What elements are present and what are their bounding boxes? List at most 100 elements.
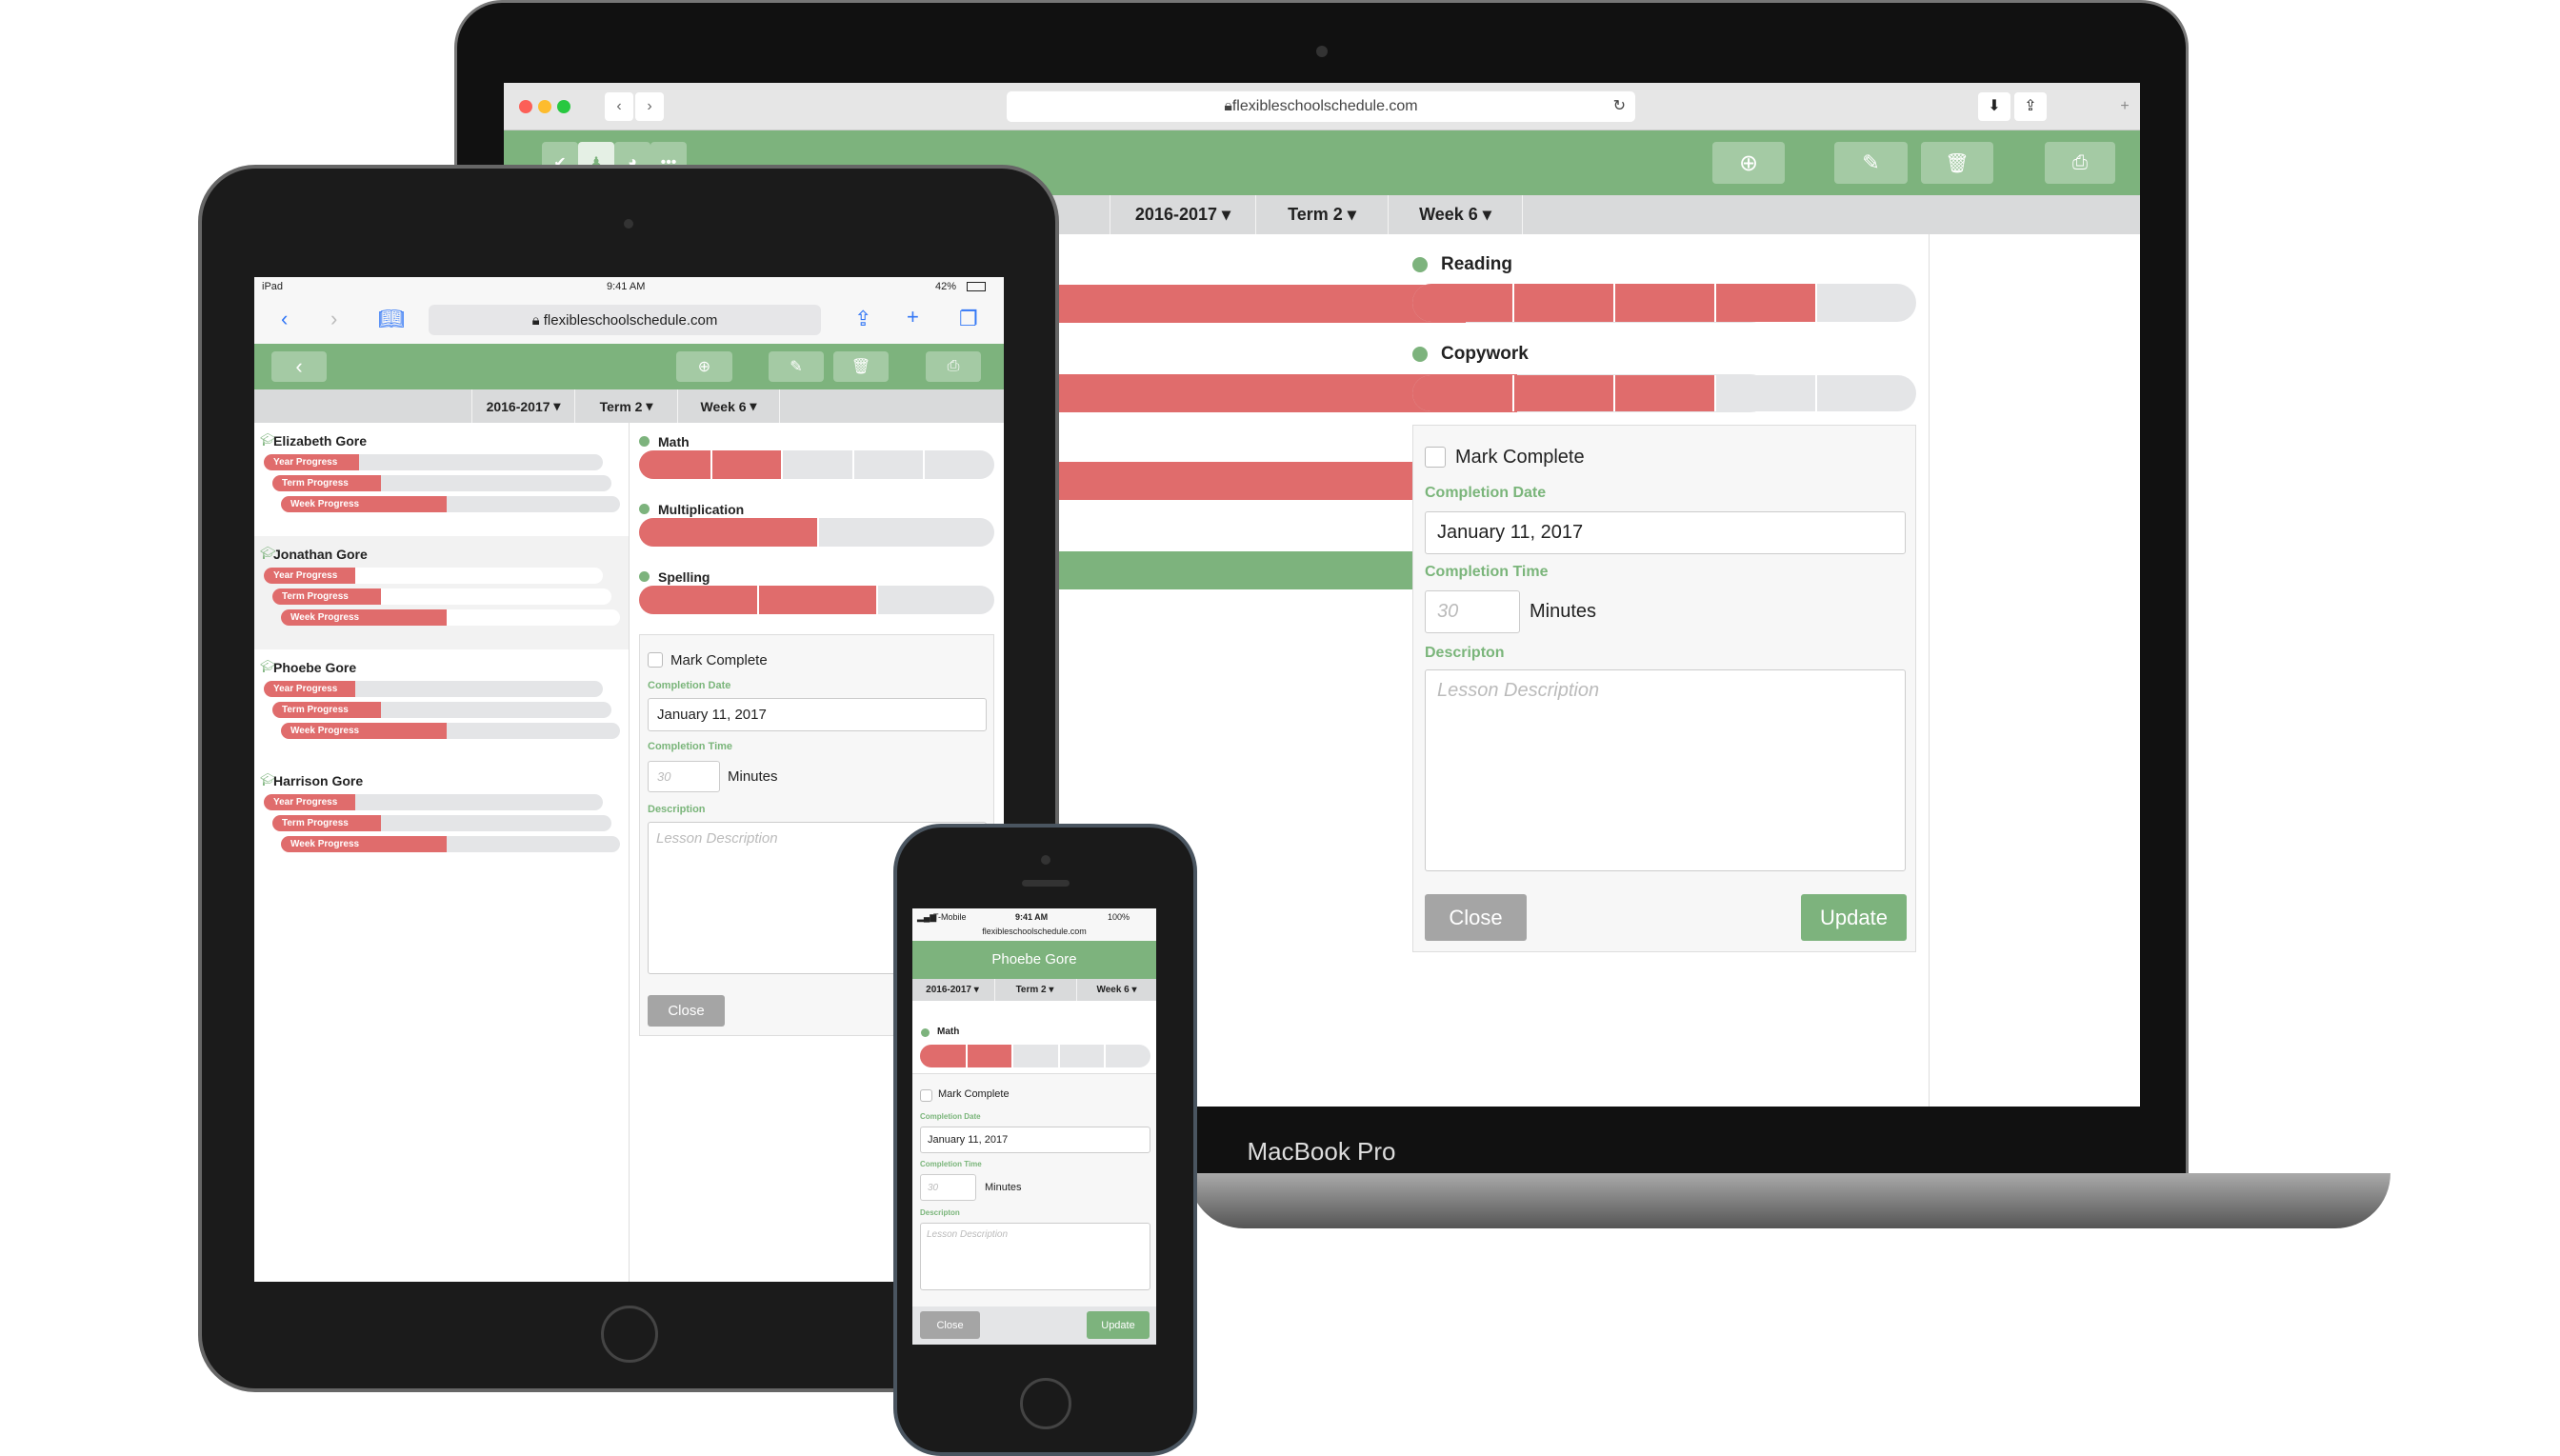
term-dropdown[interactable]: Term 2 ▾ [574,389,677,423]
term-progress-label: Term Progress [282,705,349,715]
close-button[interactable]: Close [920,1311,980,1339]
bookmarks-icon[interactable]: 📖︎ [378,307,405,331]
minutes-label: Minutes [728,768,778,785]
iphone-home-button[interactable] [1020,1378,1071,1429]
back-button[interactable]: ‹ [605,92,633,121]
week-progress-fill: Week Progress [281,723,448,739]
forward-button[interactable]: › [330,307,337,331]
student-name[interactable]: Harrison Gore [273,773,363,788]
completion-time-label: Completion Time [1425,564,1549,580]
close-window-button[interactable] [519,100,532,113]
mark-complete-label: Mark Complete [938,1088,1010,1100]
description-textarea[interactable]: Lesson Description [1425,669,1906,871]
download-button[interactable]: ⬇ [1978,92,2010,121]
year-dropdown[interactable]: 2016-2017 ▾ [1110,195,1255,234]
battery-level: 100% [1108,912,1130,922]
week-dropdown[interactable]: Week 6 ▾ [677,389,780,423]
trash-icon[interactable]: 🗑︎ [833,351,889,382]
year-progress-label: Year Progress [273,797,338,808]
completion-time-input[interactable]: 30 [920,1174,976,1201]
student-name[interactable]: Phoebe Gore [273,660,356,675]
subject-bar-copywork[interactable] [1412,375,1916,411]
subject-icon [921,1028,930,1037]
mark-complete-checkbox[interactable] [648,652,663,668]
student-name[interactable]: Elizabeth Gore [273,433,367,449]
ipad-home-button[interactable] [601,1306,658,1363]
year-progress-fill: Year Progress [264,794,356,810]
url-text: flexibleschoolschedule.com [1231,98,1418,114]
pencil-icon[interactable]: ✎ [769,351,824,382]
week-dropdown[interactable]: Week 6 ▾ [1388,195,1523,234]
status-time: 9:41 AM [607,281,646,292]
year-dropdown[interactable]: 2016-2017 ▾ [912,979,992,1001]
student-title: Phoebe Gore [991,951,1077,967]
completion-time-input[interactable]: 30 [648,761,720,792]
term-progress-bar: Term Progress [272,475,611,491]
student-card[interactable]: 🎓︎ Jonathan Gore Year Progress Term Progr… [254,536,629,649]
completion-time-label: Completion Time [920,1160,982,1168]
mark-complete-checkbox[interactable] [920,1089,932,1102]
student-card[interactable]: 🎓︎ Phoebe Gore Year Progress Term Progres… [254,649,629,763]
trash-icon[interactable]: 🗑︎ [1921,142,1993,184]
term-dropdown[interactable]: Term 2 ▾ [1255,195,1388,234]
share-icon[interactable]: ⇪ [854,307,871,331]
subject-bar[interactable] [639,586,994,614]
subject-bar[interactable] [639,450,994,479]
iphone-speaker [1022,880,1070,887]
tabs-icon[interactable]: ❐ [959,307,978,331]
mark-complete-checkbox[interactable] [1425,447,1446,468]
ipad-camera [624,219,633,229]
reload-icon[interactable]: ↻ [1613,96,1626,115]
maximize-window-button[interactable] [557,100,570,113]
student-name[interactable]: Jonathan Gore [273,547,368,562]
year-progress-label: Year Progress [273,457,338,468]
laptop-base [1189,1173,2390,1228]
student-card[interactable]: 🎓︎ Elizabeth Gore Year Progress Term Prog… [254,423,629,536]
completion-time-input[interactable]: 30 [1425,590,1520,633]
plus-circle-icon[interactable]: ⊕ [676,351,732,382]
print-icon[interactable]: ⎙ [926,351,981,382]
address-bar[interactable]: 🔒︎ flexibleschoolschedule.com ↻ [1007,91,1635,122]
year-dropdown[interactable]: 2016-2017 ▾ [471,389,574,423]
close-button[interactable]: Close [1425,894,1527,941]
student-card[interactable]: 🎓︎ Harrison Gore Year Progress Term Progr… [254,763,629,876]
week-progress-fill: Week Progress [281,609,448,626]
pencil-icon[interactable]: ✎ [1834,142,1908,184]
term-progress-bar: Term Progress [272,702,611,718]
filter-bar: 2016-2017 ▾ Term 2 ▾ Week 6 ▾ [912,979,1156,1001]
laptop-camera [1316,46,1328,57]
subject-bar-reading[interactable] [1412,284,1916,322]
new-tab-button[interactable]: + [2110,98,2140,130]
completion-date-label: Completion Date [1425,485,1547,501]
description-textarea[interactable]: Lesson Description [920,1223,1150,1290]
url-text[interactable]: flexibleschoolschedule.com [912,927,1156,936]
update-button[interactable]: Update [1801,894,1907,941]
battery-icon [967,282,986,291]
minimize-window-button[interactable] [538,100,551,113]
subject-bar-math[interactable] [920,1045,1150,1067]
update-button[interactable]: Update [1087,1311,1150,1339]
plus-circle-icon[interactable]: ⊕ [1712,142,1785,184]
week-progress-label: Week Progress [290,612,360,623]
print-icon[interactable]: ⎙ [2045,142,2115,184]
back-arrow-icon[interactable]: ‹ [271,351,327,382]
device-name: iPad [262,281,284,292]
subject-name: Reading [1441,254,1512,274]
new-tab-icon[interactable]: + [907,305,919,329]
completion-date-input[interactable]: January 11, 2017 [1425,511,1906,554]
filter-bar: 2016-2017 ▾ Term 2 ▾ Week 6 ▾ [254,389,1004,423]
subject-bar[interactable] [639,518,994,547]
term-dropdown[interactable]: Term 2 ▾ [994,979,1074,1001]
week-dropdown[interactable]: Week 6 ▾ [1076,979,1156,1001]
forward-button[interactable]: › [635,92,664,121]
close-button[interactable]: Close [648,995,725,1027]
student-list: 🎓︎ Elizabeth Gore Year Progress Term Prog… [254,423,630,1282]
completion-date-input[interactable]: January 11, 2017 [920,1127,1150,1153]
completion-date-input[interactable]: January 11, 2017 [648,698,987,731]
address-bar[interactable]: 🔒︎ flexibleschoolschedule.com [429,305,821,335]
share-button[interactable]: ⇪ [2014,92,2047,121]
back-button[interactable]: ‹ [281,307,288,331]
lock-icon: 🔒︎ [531,311,540,329]
year-progress-bar: Year Progress [264,681,603,697]
status-time: 9:41 AM [1015,912,1049,922]
